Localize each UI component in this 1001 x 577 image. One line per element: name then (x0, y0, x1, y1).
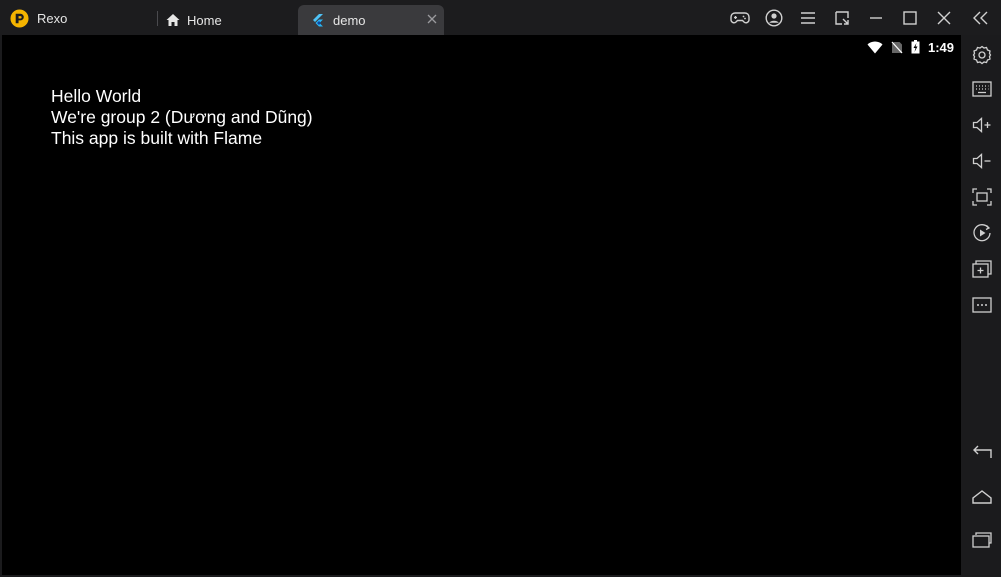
settings-button[interactable] (970, 43, 994, 67)
account-button[interactable] (764, 8, 784, 28)
collapse-sidebar-button[interactable] (971, 8, 991, 28)
status-time: 1:49 (927, 39, 954, 55)
maximize-icon (903, 11, 917, 25)
close-icon (937, 11, 951, 25)
close-window-button[interactable] (934, 8, 954, 28)
volume-up-icon (972, 117, 991, 133)
multi-instance-button[interactable] (970, 257, 994, 281)
maximize-button[interactable] (900, 8, 920, 28)
rexo-logo-icon (10, 8, 29, 28)
no-sim-icon (891, 41, 903, 53)
home-icon (972, 490, 992, 504)
volume-down-button[interactable] (970, 149, 994, 173)
flutter-icon (313, 14, 323, 27)
account-icon (765, 9, 783, 27)
wifi-icon (867, 41, 883, 53)
tab-close-icon[interactable] (426, 13, 438, 25)
screen-record-icon (973, 224, 991, 242)
tab-divider (157, 11, 158, 26)
menu-icon (801, 12, 815, 24)
back-icon (973, 445, 992, 458)
app-name: Rexo (37, 10, 68, 26)
tab-demo-label: demo (333, 12, 366, 28)
minimize-button[interactable] (866, 8, 886, 28)
screenshot-button[interactable] (970, 185, 994, 209)
tab-home-label: Home (187, 12, 222, 28)
hello-text: Hello World (51, 86, 142, 106)
emulator-sidebar (962, 35, 1001, 577)
keyboard-icon (972, 81, 992, 97)
battery-charging-icon (911, 40, 920, 54)
screenshot-icon (972, 188, 992, 206)
group-text: We're group 2 (Dương and Dũng) (51, 107, 313, 127)
recent-apps-button[interactable] (970, 528, 994, 552)
gamepad-icon (730, 12, 750, 24)
multi-instance-icon (972, 260, 992, 278)
emulator-screen[interactable]: 1:49 Hello World We're group 2 (Dương an… (2, 35, 961, 575)
resize-icon (835, 11, 849, 25)
recent-apps-icon (972, 532, 992, 548)
title-bar: Rexo Home demo (0, 0, 1001, 35)
android-home-button[interactable] (970, 485, 994, 509)
flame-text: This app is built with Flame (51, 128, 263, 148)
collapse-sidebar-icon (973, 11, 988, 25)
tab-demo[interactable]: demo (298, 5, 444, 35)
menu-button[interactable] (798, 8, 818, 28)
minimize-icon (870, 17, 882, 19)
tab-home[interactable]: Home (160, 6, 295, 34)
volume-down-icon (972, 153, 991, 169)
resize-window-button[interactable] (832, 8, 852, 28)
app-brand: Rexo (10, 8, 67, 28)
back-button[interactable] (970, 440, 994, 464)
gamepad-button[interactable] (730, 8, 750, 28)
volume-up-button[interactable] (970, 113, 994, 137)
more-button[interactable] (970, 293, 994, 317)
more-icon (972, 297, 992, 313)
screen-record-button[interactable] (970, 221, 994, 245)
app-text-block: Hello World We're group 2 (Dương and Dũn… (51, 86, 313, 149)
keyboard-button[interactable] (970, 77, 994, 101)
android-status-bar: 1:49 (867, 39, 954, 55)
settings-icon (972, 45, 992, 65)
home-icon (166, 14, 180, 26)
